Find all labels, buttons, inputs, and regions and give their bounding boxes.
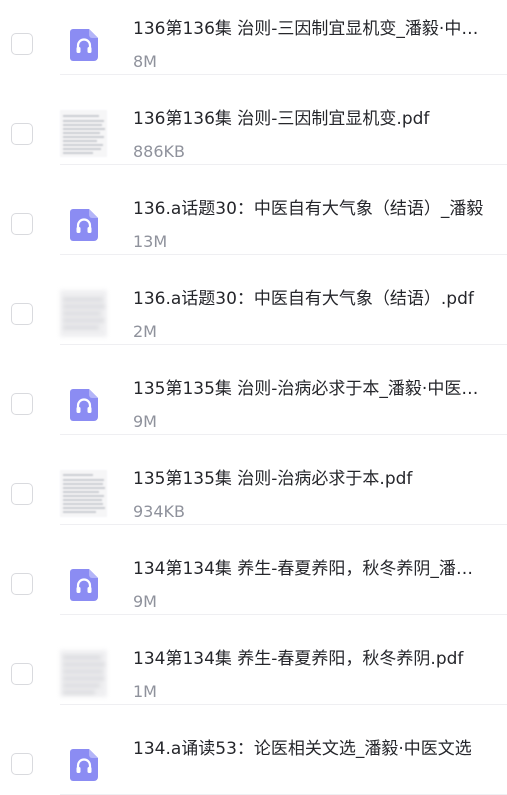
file-title[interactable]: 134第134集 养生-春夏养阳，秋冬养阴.pdf (133, 647, 485, 671)
file-title[interactable]: 136.a话题30：中医自有大气象（结语）.pdf (133, 287, 485, 311)
row-checkbox[interactable] (11, 303, 33, 325)
row-checkbox[interactable] (11, 753, 33, 775)
headphones-icon (70, 389, 98, 421)
list-item[interactable]: 134.a诵读53：论医相关文选_潘毅·中医文选 (0, 705, 507, 795)
headphones-icon (70, 749, 98, 781)
pdf-thumbnail (60, 290, 107, 337)
file-size: 2M (133, 322, 157, 341)
headphones-icon (70, 29, 98, 61)
file-size: 8M (133, 52, 157, 71)
list-item[interactable]: 134第134集 养生-春夏养阳，秋冬养阴_潘毅·中医文选 9M (0, 525, 507, 615)
file-size: 934KB (133, 502, 186, 521)
file-title[interactable]: 136.a话题30：中医自有大气象（结语）_潘毅 (133, 197, 485, 221)
row-checkbox[interactable] (11, 663, 33, 685)
row-checkbox[interactable] (11, 123, 33, 145)
row-checkbox[interactable] (11, 393, 33, 415)
headphones-icon (70, 209, 98, 241)
pdf-thumbnail (60, 470, 107, 517)
file-size: 13M (133, 232, 168, 251)
list-item[interactable]: 136第136集 治则-三因制宜显机变_潘毅·中医文选 8M (0, 0, 507, 75)
row-checkbox[interactable] (11, 573, 33, 595)
row-checkbox[interactable] (11, 213, 33, 235)
headphones-icon (70, 569, 98, 601)
file-title[interactable]: 136第136集 治则-三因制宜显机变_潘毅·中医文选 (133, 17, 485, 41)
file-title[interactable]: 135第135集 治则-治病必求于本_潘毅·中医文选 (133, 377, 485, 401)
file-size: 1M (133, 682, 157, 701)
pdf-thumbnail (60, 650, 107, 697)
list-item[interactable]: 134第134集 养生-春夏养阳，秋冬养阴.pdf 1M (0, 615, 507, 705)
list-item[interactable]: 135第135集 治则-治病必求于本_潘毅·中医文选 9M (0, 345, 507, 435)
file-list: 136第136集 治则-三因制宜显机变_潘毅·中医文选 8M 136第136集 … (0, 0, 507, 795)
pdf-thumbnail (60, 110, 107, 157)
row-checkbox[interactable] (11, 33, 33, 55)
file-size: 886KB (133, 142, 186, 161)
file-title[interactable]: 135第135集 治则-治病必求于本.pdf (133, 467, 485, 491)
file-title[interactable]: 134.a诵读53：论医相关文选_潘毅·中医文选 (133, 737, 485, 761)
file-size: 9M (133, 412, 157, 431)
file-title[interactable]: 136第136集 治则-三因制宜显机变.pdf (133, 107, 485, 131)
list-item[interactable]: 135第135集 治则-治病必求于本.pdf 934KB (0, 435, 507, 525)
list-item[interactable]: 136.a话题30：中医自有大气象（结语）.pdf 2M (0, 255, 507, 345)
list-item[interactable]: 136.a话题30：中医自有大气象（结语）_潘毅 13M (0, 165, 507, 255)
file-title[interactable]: 134第134集 养生-春夏养阳，秋冬养阴_潘毅·中医文选 (133, 557, 485, 581)
row-checkbox[interactable] (11, 483, 33, 505)
list-item[interactable]: 136第136集 治则-三因制宜显机变.pdf 886KB (0, 75, 507, 165)
file-size: 9M (133, 592, 157, 611)
